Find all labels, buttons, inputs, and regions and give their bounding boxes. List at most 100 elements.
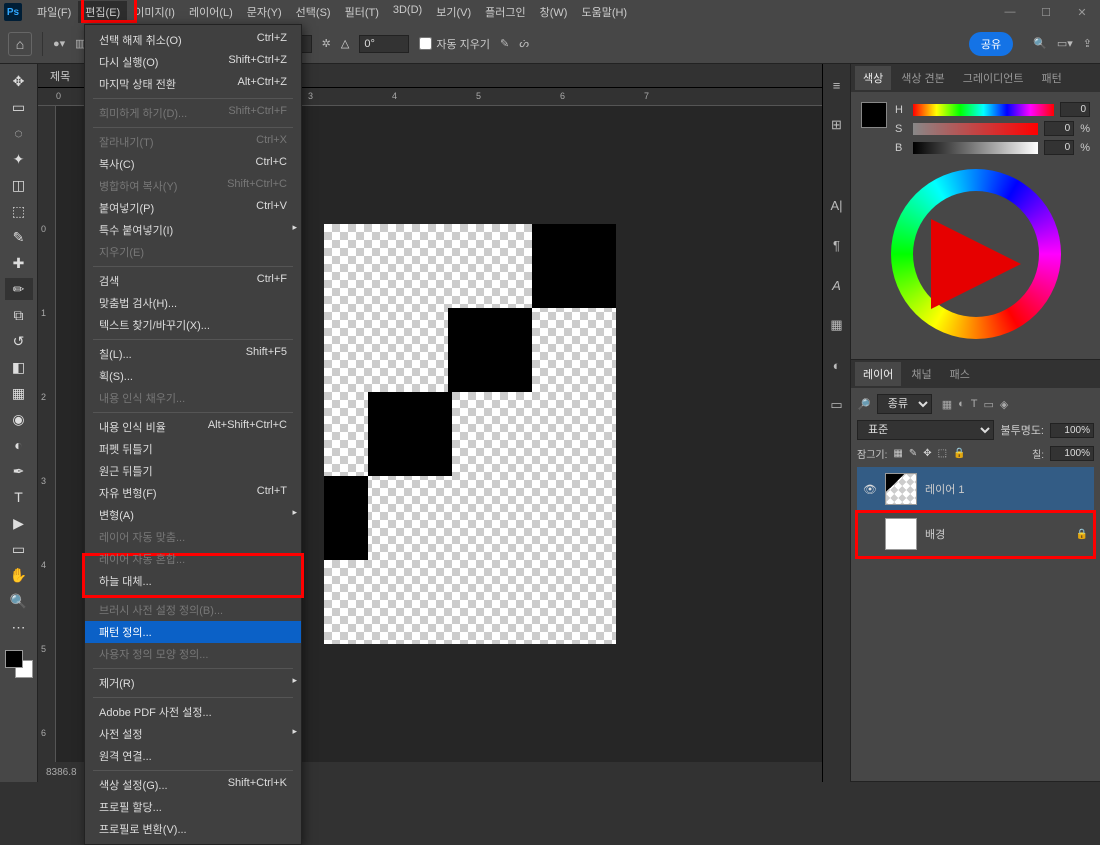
menu-플러그인[interactable]: 플러그인 <box>478 1 532 23</box>
panel-tab[interactable]: 색상 견본 <box>893 66 953 90</box>
menu-선택[interactable]: 선택(S) <box>289 1 338 23</box>
tool-gradient[interactable]: ▦ <box>5 382 33 404</box>
sat-slider[interactable] <box>913 123 1038 135</box>
menu-item[interactable]: 특수 붙여넣기(I) <box>85 219 301 241</box>
fg-color[interactable] <box>5 650 23 668</box>
sat-input[interactable] <box>1044 121 1074 136</box>
menu-item[interactable]: 원격 연결... <box>85 745 301 767</box>
close-button[interactable]: ✕ <box>1064 0 1100 24</box>
lock-transparent-icon[interactable]: ▦ <box>893 448 902 459</box>
menu-item[interactable]: 복사(C)Ctrl+C <box>85 153 301 175</box>
search-icon[interactable]: 🔍 <box>1033 37 1047 50</box>
menu-이미지[interactable]: 이미지(I) <box>127 1 182 23</box>
menu-item[interactable]: 선택 해제 취소(O)Ctrl+Z <box>85 29 301 51</box>
tool-type[interactable]: T <box>5 486 33 508</box>
panel-tab[interactable]: 패턴 <box>1034 66 1070 90</box>
tool-hand[interactable]: ✋ <box>5 564 33 586</box>
menu-3D[interactable]: 3D(D) <box>386 1 429 23</box>
home-icon[interactable]: ⌂ <box>8 32 32 56</box>
pressure-size-icon[interactable]: ✎ <box>500 37 509 50</box>
menu-item[interactable]: 획(S)... <box>85 365 301 387</box>
menu-item[interactable]: 프로필로 변환(V)... <box>85 818 301 840</box>
menu-item[interactable]: 텍스트 찾기/바꾸기(X)... <box>85 314 301 336</box>
tool-more[interactable]: ⋯ <box>5 616 33 638</box>
menu-item[interactable]: 내용 인식 비율Alt+Shift+Ctrl+C <box>85 416 301 438</box>
lock-artboard-icon[interactable]: ⬚ <box>938 448 947 459</box>
maximize-button[interactable]: ☐ <box>1028 0 1064 24</box>
export-icon[interactable]: ⇪ <box>1083 37 1092 50</box>
tool-history-brush[interactable]: ↺ <box>5 330 33 352</box>
menu-item[interactable]: 칠(L)...Shift+F5 <box>85 343 301 365</box>
menu-item[interactable]: 검색Ctrl+F <box>85 270 301 292</box>
filter-adjust-icon[interactable]: ◐ <box>958 398 965 411</box>
tool-move[interactable]: ✥ <box>5 70 33 92</box>
lock-position-icon[interactable]: ✥ <box>923 448 931 459</box>
current-color-swatch[interactable] <box>861 102 887 128</box>
panel-tab[interactable]: 색상 <box>855 66 891 90</box>
menu-창[interactable]: 창(W) <box>533 1 575 23</box>
bri-input[interactable] <box>1044 140 1074 155</box>
panel-tab[interactable]: 패스 <box>942 362 978 386</box>
fill-input[interactable] <box>1050 446 1094 461</box>
swatches-icon[interactable]: ▦ <box>826 314 848 336</box>
menu-item[interactable]: 퍼펫 뒤틀기 <box>85 438 301 460</box>
menu-item[interactable]: 패턴 정의... <box>85 621 301 643</box>
menu-item[interactable]: 프로필 할당... <box>85 796 301 818</box>
panel-tab[interactable]: 그레이디언트 <box>955 66 1032 90</box>
character-icon[interactable]: A| <box>826 194 848 216</box>
hue-input[interactable] <box>1060 102 1090 117</box>
color-swatches[interactable] <box>5 650 33 678</box>
menu-item[interactable]: 하늘 대체... <box>85 570 301 592</box>
menu-item[interactable]: 색상 설정(G)...Shift+Ctrl+K <box>85 774 301 796</box>
layer-row[interactable]: 👁레이어 1 <box>857 467 1094 512</box>
menu-파일[interactable]: 파일(F) <box>30 1 78 23</box>
symmetry-icon[interactable]: ᔖ <box>519 37 529 50</box>
tool-wand[interactable]: ✦ <box>5 148 33 170</box>
tool-heal[interactable]: ✚ <box>5 252 33 274</box>
panel-tab[interactable]: 레이어 <box>855 362 901 386</box>
adjustments-icon[interactable]: ◐ <box>826 354 848 376</box>
panel-tab[interactable]: 채널 <box>903 362 939 386</box>
glyphs-icon[interactable]: A <box>826 274 848 296</box>
filter-type-icon[interactable]: T <box>971 398 978 411</box>
menu-item[interactable]: 자유 변형(F)Ctrl+T <box>85 482 301 504</box>
tool-pen[interactable]: ✒ <box>5 460 33 482</box>
libraries-icon[interactable]: ▭ <box>826 394 848 416</box>
bri-slider[interactable] <box>913 142 1038 154</box>
tool-zoom[interactable]: 🔍 <box>5 590 33 612</box>
share-button[interactable]: 공유 <box>969 32 1013 56</box>
collapsed-icon[interactable]: ≡ <box>826 74 848 96</box>
color-wheel[interactable] <box>891 169 1061 339</box>
tool-eraser[interactable]: ◧ <box>5 356 33 378</box>
layer-row[interactable]: 배경🔒 <box>857 512 1094 557</box>
visibility-icon[interactable]: 👁 <box>863 483 877 496</box>
auto-erase-checkbox[interactable] <box>419 37 432 50</box>
tool-frame[interactable]: ⬚ <box>5 200 33 222</box>
menu-item[interactable]: 붙여넣기(P)Ctrl+V <box>85 197 301 219</box>
brush-preset-icon[interactable]: ●▾ <box>53 37 65 50</box>
lock-all-icon[interactable]: 🔒 <box>953 448 965 459</box>
menu-item[interactable]: 변형(A) <box>85 504 301 526</box>
tool-lasso[interactable]: ◌ <box>5 122 33 144</box>
menu-item[interactable]: Adobe PDF 사전 설정... <box>85 701 301 723</box>
tool-crop[interactable]: ◫ <box>5 174 33 196</box>
tool-dodge[interactable]: ◐ <box>5 434 33 456</box>
menu-item[interactable]: 사전 설정 <box>85 723 301 745</box>
angle-input[interactable] <box>359 35 409 53</box>
airbrush-icon[interactable]: ✲ <box>322 37 331 50</box>
menu-item[interactable]: 제거(R) <box>85 672 301 694</box>
tool-path-select[interactable]: ▶ <box>5 512 33 534</box>
filter-kind-select[interactable]: 종류 <box>877 394 932 414</box>
hue-slider[interactable] <box>913 104 1054 116</box>
menu-필터[interactable]: 필터(T) <box>338 1 386 23</box>
menu-item[interactable]: 마지막 상태 전환Alt+Ctrl+Z <box>85 73 301 95</box>
menu-도움말[interactable]: 도움말(H) <box>574 1 634 23</box>
tool-stamp[interactable]: ⧉ <box>5 304 33 326</box>
filter-smart-icon[interactable]: ◈ <box>1000 398 1008 411</box>
menu-보기[interactable]: 보기(V) <box>429 1 478 23</box>
layer-opacity-input[interactable] <box>1050 423 1094 438</box>
filter-shape-icon[interactable]: ▭ <box>984 398 994 411</box>
workspace-icon[interactable]: ▭▾ <box>1057 37 1073 50</box>
filter-pixel-icon[interactable]: ▦ <box>942 398 952 411</box>
menu-item[interactable]: 다시 실행(O)Shift+Ctrl+Z <box>85 51 301 73</box>
